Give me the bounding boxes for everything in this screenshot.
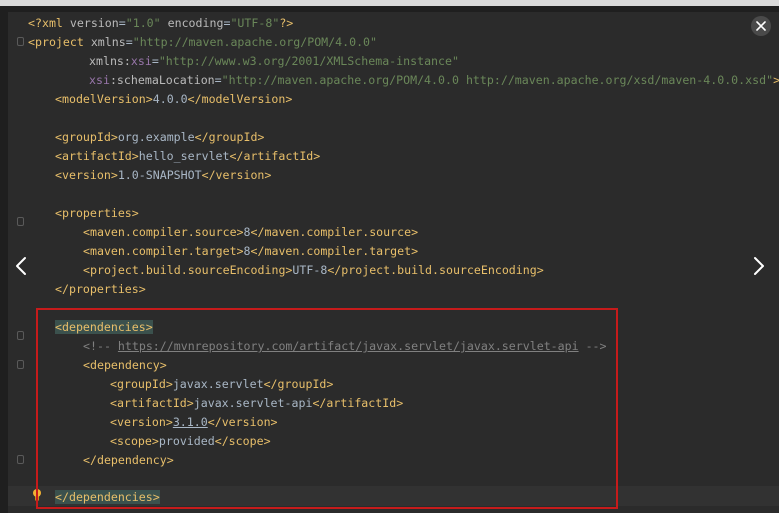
compiler-source-close: </maven.compiler.source> — [250, 225, 419, 239]
previous-image-button[interactable] — [10, 254, 32, 278]
xsi-namespace: xsi — [130, 54, 152, 68]
source-encoding-value: UTF-8 — [292, 263, 328, 277]
group-id-open: <groupId> — [55, 130, 118, 144]
code-line-artifact-id: <artifactId>hello_servlet</artifactId> — [55, 147, 320, 166]
group-id-close: </groupId> — [194, 130, 265, 144]
artifact-id-value: hello_servlet — [138, 149, 230, 163]
xml-decl-version-value: "1.0" — [125, 16, 161, 30]
code-line-compiler-source: <maven.compiler.source>8</maven.compiler… — [83, 223, 418, 242]
fold-icon[interactable] — [17, 37, 24, 46]
code-line-project-open: <project xmlns="http://maven.apache.org/… — [28, 35, 378, 49]
compiler-target-open: <maven.compiler.target> — [83, 244, 244, 258]
xml-decl-encoding-attr: encoding — [160, 16, 224, 30]
model-version-value: 4.0.0 — [152, 92, 188, 106]
xml-decl-version-attr: version — [62, 16, 119, 30]
source-encoding-close: </project.build.sourceEncoding> — [327, 263, 544, 277]
compiler-source-open: <maven.compiler.source> — [83, 225, 244, 239]
model-version-close: </modelVersion> — [187, 92, 293, 106]
fold-icon[interactable] — [17, 331, 24, 340]
chevron-right-icon — [754, 257, 764, 275]
artifact-id-close: </artifactId> — [229, 149, 321, 163]
image-viewer: <?xml version="1.0" encoding="UTF-8"?> <… — [0, 6, 779, 513]
code-line-xmlns-xsi: xmlns:xsi="http://www.w3.org/2001/XMLSch… — [89, 54, 459, 68]
version-open: <version> — [55, 168, 118, 182]
code-line-compiler-target: <maven.compiler.target>8</maven.compiler… — [83, 242, 418, 261]
project-open-gt: > — [773, 73, 779, 87]
source-encoding-open: <project.build.sourceEncoding> — [83, 263, 293, 277]
compiler-target-close: </maven.compiler.target> — [250, 244, 419, 258]
code-line-source-encoding: <project.build.sourceEncoding>UTF-8</pro… — [83, 261, 544, 280]
fold-icon[interactable] — [17, 217, 24, 226]
xmlns-xsi-prefix: xmlns: — [89, 54, 131, 68]
fold-icon[interactable] — [17, 455, 24, 464]
schema-location-value: "http://maven.apache.org/POM/4.0.0 http:… — [221, 73, 774, 87]
model-version-open: <modelVersion> — [55, 92, 153, 106]
compiler-target-value: 8 — [243, 244, 251, 258]
xmlns-value: "http://maven.apache.org/POM/4.0.0" — [132, 35, 378, 49]
chevron-left-icon — [16, 257, 26, 275]
code-line-xml-declaration: <?xml version="1.0" encoding="UTF-8"?> — [28, 16, 294, 30]
artifact-id-open: <artifactId> — [55, 149, 139, 163]
schema-namespace: xsi — [89, 73, 110, 87]
version-close: </version> — [201, 168, 272, 182]
schema-location-attr: :schemaLocation — [109, 73, 215, 87]
xmlns-attr: xmlns — [83, 35, 126, 49]
next-image-button[interactable] — [748, 254, 770, 278]
group-id-value: org.example — [117, 130, 195, 144]
code-line-schema-location: xsi:schemaLocation="http://maven.apache.… — [89, 73, 779, 87]
code-line-properties-close: </properties> — [55, 280, 146, 299]
code-line-properties-open: <properties> — [55, 204, 139, 223]
properties-close: </properties> — [55, 282, 146, 296]
project-open-tag: <project — [28, 35, 84, 49]
code-line-group-id: <groupId>org.example</groupId> — [55, 128, 264, 147]
close-button[interactable] — [751, 16, 771, 36]
fold-icon[interactable] — [17, 360, 24, 369]
compiler-source-value: 8 — [243, 225, 251, 239]
version-value: 1.0-SNAPSHOT — [117, 168, 202, 182]
code-line-version: <version>1.0-SNAPSHOT</version> — [55, 166, 271, 185]
xml-decl-encoding-value: "UTF-8" — [230, 16, 280, 30]
highlight-annotation-box — [36, 308, 618, 509]
xml-decl-open: <?xml — [28, 16, 63, 30]
close-icon — [756, 21, 766, 31]
code-line-model-version: <modelVersion>4.0.0</modelVersion> — [55, 90, 292, 109]
xml-decl-close: ?> — [279, 16, 294, 30]
properties-open: <properties> — [55, 206, 139, 220]
xmlns-xsi-value: "http://www.w3.org/2001/XMLSchema-instan… — [158, 54, 459, 68]
